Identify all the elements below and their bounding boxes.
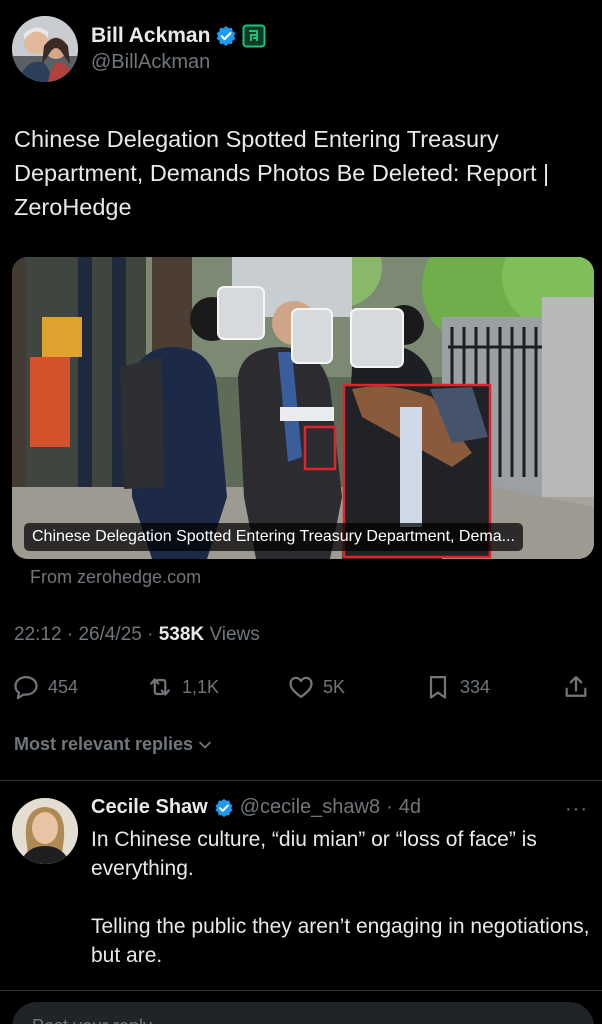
chevron-down-icon [199, 741, 211, 748]
meta-separator: · [147, 624, 159, 645]
tweet-time[interactable]: 22:12 [14, 624, 62, 645]
author-name[interactable]: Bill Ackman [91, 24, 210, 48]
meta-separator: · [66, 624, 79, 645]
views-count: 538K [158, 624, 205, 645]
tweet-text: Chinese Delegation Spotted Entering Trea… [14, 126, 550, 220]
link-source[interactable]: From zerohedge.com [30, 567, 201, 588]
share-icon [565, 675, 587, 697]
reply-count: 454 [48, 676, 79, 697]
reply-composer-placeholder: Post your reply [32, 1016, 152, 1024]
link-card-caption[interactable]: Chinese Delegation Spotted Entering Trea… [24, 523, 523, 551]
author-handle[interactable]: @BillAckman [91, 51, 266, 74]
reply-avatar-image [12, 798, 78, 864]
bookmark-count: 334 [460, 676, 491, 697]
repost-icon [150, 678, 170, 696]
verified-badge-icon [217, 26, 236, 46]
divider [0, 780, 602, 781]
repost-count: 1,1K [182, 676, 220, 697]
reply-icon [14, 675, 38, 700]
action-bar: 454 1,1K 5K 334 [0, 670, 602, 704]
bookmark-button[interactable]: 334 [424, 670, 490, 704]
more-options-icon[interactable]: ··· [565, 798, 588, 821]
tweet-author[interactable]: Bill Ackman @BillAckman [12, 16, 266, 82]
author-avatar[interactable] [12, 16, 78, 82]
share-button[interactable] [562, 670, 590, 704]
bookmark-icon [429, 675, 447, 699]
tweet-meta: 22:12 · 26/4/25 · 538K Views [14, 624, 260, 646]
divider [0, 990, 602, 991]
reply-text: In Chinese culture, “diu mian” or “loss … [91, 828, 590, 967]
reply-author-handle[interactable]: @cecile_shaw8 [240, 796, 380, 819]
affiliation-badge-icon[interactable] [242, 24, 266, 48]
like-button[interactable]: 5K [287, 670, 345, 704]
replies-sort-label: Most relevant replies [14, 734, 194, 754]
reply-author-name[interactable]: Cecile Shaw [91, 796, 208, 819]
like-count: 5K [323, 676, 346, 697]
reply-age[interactable]: 4d [399, 796, 421, 819]
link-card[interactable]: Chinese Delegation Spotted Entering Trea… [12, 257, 594, 559]
tweet-date[interactable]: 26/4/25 [78, 624, 141, 645]
author-avatar-image [12, 16, 78, 82]
article-photo [12, 257, 594, 559]
reply-button[interactable]: 454 [12, 670, 78, 704]
verified-badge-icon [215, 798, 233, 817]
heart-icon [289, 676, 313, 699]
replies-sort-dropdown[interactable]: Most relevant replies [14, 734, 213, 755]
meta-separator: · [386, 796, 393, 818]
views-label: Views [209, 624, 260, 645]
repost-button[interactable]: 1,1K [146, 670, 219, 704]
reply-composer-input[interactable]: Post your reply [12, 1002, 594, 1024]
reply-avatar[interactable] [12, 798, 78, 864]
